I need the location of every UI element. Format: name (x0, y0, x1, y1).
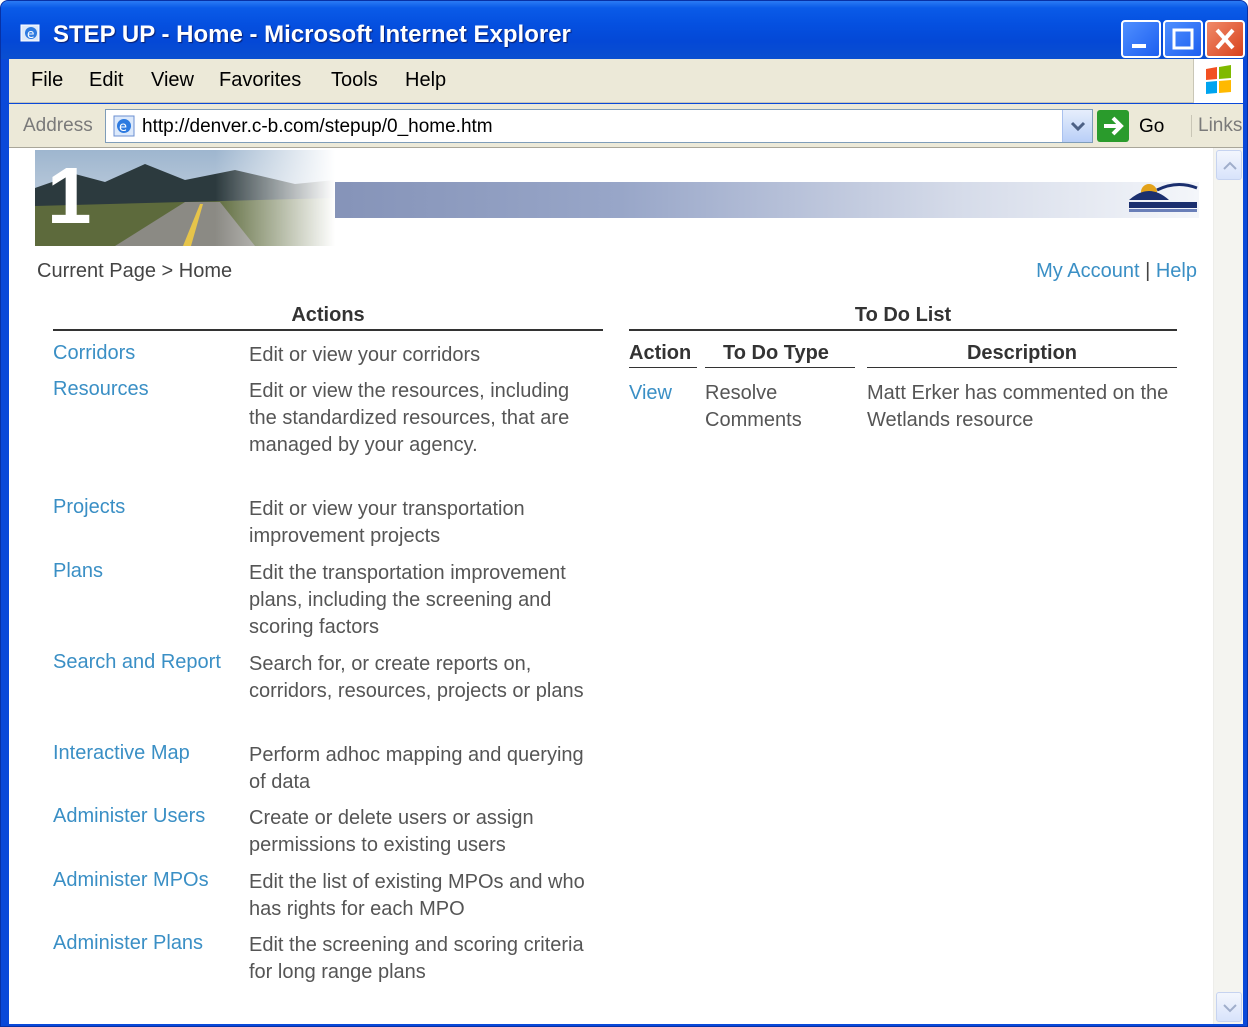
corridors-link[interactable]: Corridors (53, 342, 135, 365)
go-arrow-icon (1097, 110, 1129, 142)
todo-type-cell: Resolve Comments (705, 382, 802, 431)
vertical-scrollbar[interactable] (1213, 148, 1243, 1024)
go-label: Go (1139, 116, 1165, 137)
top-links-separator: | (1145, 260, 1151, 282)
cdot-logo (1129, 183, 1198, 212)
action-description: Create or delete users or assign permiss… (249, 807, 534, 856)
todo-view-link[interactable]: View (629, 380, 672, 407)
administer-users-link[interactable]: Administer Users (53, 805, 205, 828)
minimize-button[interactable] (1121, 20, 1161, 58)
address-bar: Address e http://denver.c-b.com/stepup/0… (9, 104, 1243, 148)
help-link[interactable]: Help (1156, 260, 1197, 282)
links-button[interactable]: Links (1191, 115, 1242, 137)
interactive-map-link[interactable]: Interactive Map (53, 742, 190, 765)
plans-link[interactable]: Plans (53, 560, 103, 583)
todo-header-type: To Do Type (723, 342, 829, 364)
window-title: STEP UP - Home - Microsoft Internet Expl… (53, 21, 571, 48)
go-button[interactable]: Go (1097, 110, 1167, 142)
page-viewport: 1 Current Page > Home My Account | Help … (9, 148, 1243, 1024)
maximize-button[interactable] (1163, 20, 1203, 58)
address-dropdown-button[interactable] (1062, 110, 1092, 142)
close-icon (1215, 28, 1235, 50)
action-description: Edit or view your corridors (249, 344, 481, 366)
search-and-report-link[interactable]: Search and Report (53, 651, 221, 674)
todo-description-cell: Matt Erker has commented on the Wetlands… (867, 382, 1169, 431)
minimize-icon (1132, 44, 1146, 48)
close-button[interactable] (1205, 20, 1245, 58)
my-account-link[interactable]: My Account (1036, 260, 1139, 282)
menu-file[interactable]: File (31, 69, 63, 92)
action-description: Edit or view your transportation improve… (249, 498, 525, 547)
action-description: Perform adhoc mapping and querying of da… (249, 744, 584, 793)
ie-icon: e (20, 24, 40, 42)
banner-step-number: 1 (47, 151, 92, 240)
page-icon: e (113, 115, 135, 137)
chevron-down-icon (1070, 121, 1086, 132)
svg-text:e: e (27, 27, 34, 41)
administer-plans-link[interactable]: Administer Plans (53, 932, 203, 955)
action-description: Search for, or create reports on, corrid… (249, 653, 584, 702)
todo-header-rule (629, 367, 697, 368)
chevron-up-icon (1223, 161, 1237, 170)
windows-logo-icon (1193, 59, 1243, 103)
menu-tools[interactable]: Tools (331, 69, 378, 92)
menu-bar: File Edit View Favorites Tools Help (9, 59, 1243, 103)
menu-help[interactable]: Help (405, 69, 446, 92)
maximize-icon (1172, 28, 1194, 50)
scroll-down-button[interactable] (1216, 992, 1242, 1022)
menu-favorites[interactable]: Favorites (219, 69, 301, 92)
scroll-up-button[interactable] (1216, 150, 1242, 180)
svg-text:e: e (119, 120, 127, 135)
top-links: My Account | Help (1036, 260, 1197, 283)
menu-view[interactable]: View (151, 69, 194, 92)
todo-header-rule (867, 367, 1177, 368)
administer-mpos-link[interactable]: Administer MPOs (53, 869, 209, 892)
resources-link[interactable]: Resources (53, 378, 149, 401)
action-description: Edit the list of existing MPOs and who h… (249, 871, 585, 920)
actions-divider (53, 329, 603, 331)
todo-divider (629, 329, 1177, 331)
breadcrumb: Current Page > Home (37, 260, 233, 282)
address-input[interactable]: e http://denver.c-b.com/stepup/0_home.ht… (105, 109, 1093, 143)
banner-band (235, 182, 1199, 218)
todo-header-description: Description (966, 342, 1078, 364)
menu-edit[interactable]: Edit (89, 69, 123, 92)
actions-title: Actions (291, 304, 365, 326)
browser-window: e STEP UP - Home - Microsoft Internet Ex… (0, 0, 1248, 1027)
action-description: Edit the transportation improvement plan… (249, 562, 566, 638)
action-description: Edit the screening and scoring criteria … (249, 934, 584, 983)
action-description: Edit or view the resources, including th… (249, 380, 570, 456)
todo-header-rule (705, 367, 855, 368)
address-label: Address (23, 115, 93, 136)
todo-title: To Do List (854, 304, 952, 326)
address-url: http://denver.c-b.com/stepup/0_home.htm (142, 116, 493, 137)
title-bar[interactable]: e STEP UP - Home - Microsoft Internet Ex… (1, 1, 1247, 59)
chevron-down-icon (1223, 1004, 1237, 1013)
todo-header-action: Action (629, 342, 692, 364)
projects-link[interactable]: Projects (53, 496, 125, 519)
header-banner: 1 (35, 150, 1199, 246)
